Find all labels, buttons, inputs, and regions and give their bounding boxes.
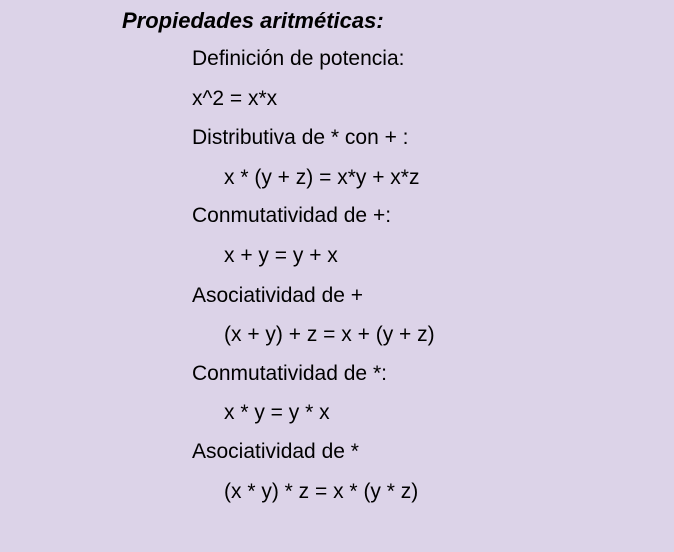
heading-commutative-multiplication: Conmutatividad de *: — [192, 362, 387, 385]
formula-associative-addition: (x + y) + z = x + (y + z) — [224, 323, 435, 346]
heading-associative-addition: Asociatividad de + — [192, 284, 364, 307]
slide: Propiedades aritméticas: Definición de p… — [0, 0, 674, 552]
heading-commutative-addition: Conmutatividad de +: — [192, 204, 392, 227]
heading-associative-multiplication: Asociatividad de * — [192, 440, 359, 463]
heading-distributive: Distributiva de * con + : — [192, 126, 409, 149]
heading-power-definition: Definición de potencia: — [192, 47, 405, 70]
formula-commutative-addition: x + y = y + x — [224, 244, 338, 267]
formula-distributive: x * (y + z) = x*y + x*z — [224, 166, 420, 189]
formula-associative-multiplication: (x * y) * z = x * (y * z) — [224, 480, 419, 503]
slide-title: Propiedades aritméticas: — [122, 8, 384, 33]
formula-commutative-multiplication: x * y = y * x — [224, 401, 330, 424]
formula-power: x^2 = x*x — [192, 87, 278, 110]
